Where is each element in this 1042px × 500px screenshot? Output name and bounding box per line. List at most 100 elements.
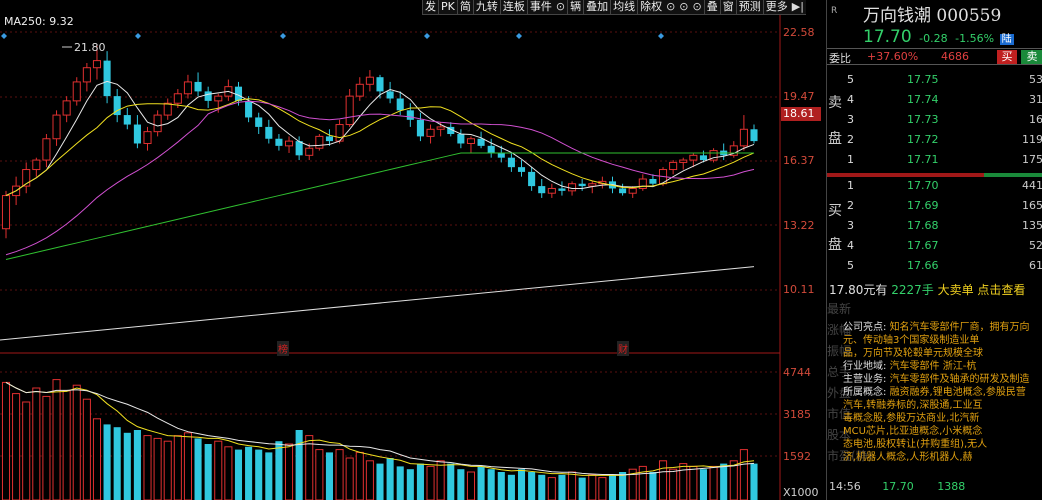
candle-body xyxy=(619,188,627,194)
candle-body xyxy=(507,157,515,168)
toolbar-item[interactable]: 辆 xyxy=(567,0,583,14)
volume-bar xyxy=(588,474,597,500)
toolbar-item[interactable]: 更多 xyxy=(762,0,790,14)
candle-body xyxy=(457,134,465,144)
volume-bar xyxy=(396,466,404,500)
candle-body xyxy=(406,110,414,120)
volume-bar xyxy=(173,435,182,500)
candle-body xyxy=(295,141,303,156)
sell-button[interactable]: 卖 xyxy=(1021,50,1042,64)
volume-bar xyxy=(315,449,324,500)
volume-bar xyxy=(426,465,435,500)
volume-bar xyxy=(497,472,505,500)
candle-body xyxy=(173,93,182,104)
candle-body xyxy=(345,95,354,126)
volume-bar xyxy=(477,466,485,500)
candle-body xyxy=(32,159,41,171)
book-price: 17.73 xyxy=(907,113,939,126)
volume-bar xyxy=(1,381,11,500)
price-change-pct: -1.56% xyxy=(955,32,995,45)
volume-bar xyxy=(123,432,131,500)
candle-body xyxy=(82,67,91,83)
big-order-alert[interactable]: 17.80元有 2227手 大卖单 点击查看 xyxy=(829,281,1025,298)
volume-bar xyxy=(608,474,617,500)
toolbar-item[interactable]: 均线 xyxy=(610,0,637,14)
toolbar-item[interactable]: 事件 xyxy=(526,0,554,14)
volume-bar xyxy=(538,474,546,500)
candle-body xyxy=(123,115,131,125)
event-marker xyxy=(1,33,7,39)
company-profile: 最新 涨幅 振幅 总手 外盘 市值 股本 市盈(静) 公司亮点: 知名汽车零部件厂商，拥有万向 … xyxy=(827,298,1042,500)
candle-body xyxy=(355,83,364,97)
volume-bar xyxy=(750,463,758,500)
toolbar-icon[interactable]: ⊙ xyxy=(554,0,567,14)
candle-body xyxy=(436,126,445,130)
toolbar-item[interactable]: 发 xyxy=(422,0,438,14)
big-order-vol: 2227手 xyxy=(891,283,934,297)
tick-price: 17.70 xyxy=(882,480,914,493)
toolbar-item[interactable]: 预测 xyxy=(735,0,763,14)
order-book-row[interactable]: 2 17.69 165 xyxy=(845,196,1042,216)
order-book-row[interactable]: 1 17.71 175 xyxy=(845,150,1042,170)
volume-bar xyxy=(447,463,455,500)
book-price: 17.66 xyxy=(907,259,939,272)
event-tag-cai[interactable]: 财 xyxy=(617,341,629,356)
buy-button[interactable]: 买 xyxy=(997,50,1017,64)
order-book-row[interactable]: 3 17.68 135 xyxy=(845,216,1042,236)
candle-body xyxy=(62,100,71,116)
tick-vol: 1388 xyxy=(937,480,966,493)
ma60-line xyxy=(5,152,754,260)
toolbar-item[interactable]: 除权 xyxy=(637,0,664,14)
volume-bar xyxy=(679,463,688,500)
candle-body xyxy=(103,60,111,97)
toolbar-icon[interactable]: ⊙ xyxy=(664,0,677,14)
tick-time: 14:56 xyxy=(829,480,861,493)
candle-body xyxy=(265,126,273,139)
book-level: 2 xyxy=(847,133,854,146)
candle-body xyxy=(750,129,758,142)
toolbar-icon[interactable]: ⊙ xyxy=(677,0,690,14)
volume-bar xyxy=(265,452,273,500)
candle-body xyxy=(255,117,263,127)
toolbar-item[interactable]: 连板 xyxy=(499,0,527,14)
play-pause-icon[interactable]: ▶| xyxy=(790,0,806,14)
order-book-row[interactable]: 4 17.74 31 xyxy=(845,90,1042,110)
toolbar-item[interactable]: PK xyxy=(438,0,457,14)
order-book-row[interactable]: 5 17.66 61 xyxy=(845,256,1042,276)
event-marker xyxy=(658,33,664,39)
candle-body xyxy=(538,186,546,194)
chart-canvas[interactable]: 21.80 xyxy=(0,0,824,500)
candle-body xyxy=(163,102,172,116)
volume-bar xyxy=(355,451,364,500)
big-order-link[interactable]: 大卖单 点击查看 xyxy=(938,283,1026,297)
vol-tick: 4744 xyxy=(783,366,811,379)
order-book-row[interactable]: 4 17.67 52 xyxy=(845,236,1042,256)
candle-body xyxy=(416,119,424,137)
volume-bar xyxy=(568,471,577,500)
order-book-row[interactable]: 2 17.72 119 xyxy=(845,130,1042,150)
toolbar-item[interactable]: 九转 xyxy=(472,0,500,14)
volume-bar xyxy=(547,477,556,500)
volume-bar xyxy=(163,440,172,500)
volume-bar xyxy=(62,390,71,500)
book-volume: 119 xyxy=(1022,133,1042,146)
toolbar-item[interactable]: 叠加 xyxy=(583,0,610,14)
event-tag-bang[interactable]: 榜 xyxy=(277,341,289,356)
book-level: 5 xyxy=(847,73,854,86)
candle-body xyxy=(386,91,394,99)
toolbar-item[interactable]: 窗 xyxy=(719,0,736,14)
toolbar-item[interactable]: 简 xyxy=(456,0,473,14)
y-tick: 13.22 xyxy=(783,219,815,232)
toolbar-item[interactable]: 叠 xyxy=(703,0,720,14)
volume-bar xyxy=(406,469,414,500)
y-tick: 22.58 xyxy=(783,26,815,39)
book-volume: 31 xyxy=(1029,93,1042,106)
book-volume: 52 xyxy=(1029,239,1042,252)
volume-bar xyxy=(487,469,495,500)
volume-bar xyxy=(507,474,515,500)
toolbar-icon[interactable]: ⊙ xyxy=(691,0,704,14)
kline-chart[interactable]: 21.80 MA250: 9.32 发 PK 简九转 连板 事件 ⊙ 辆叠加 均线 除权 ⊙ ⊙ ⊙ 叠… xyxy=(0,0,824,500)
order-book-row[interactable]: 3 17.73 16 xyxy=(845,110,1042,130)
order-book-row[interactable]: 5 17.75 53 xyxy=(845,70,1042,90)
order-book-row[interactable]: 1 17.70 441 xyxy=(845,176,1042,196)
